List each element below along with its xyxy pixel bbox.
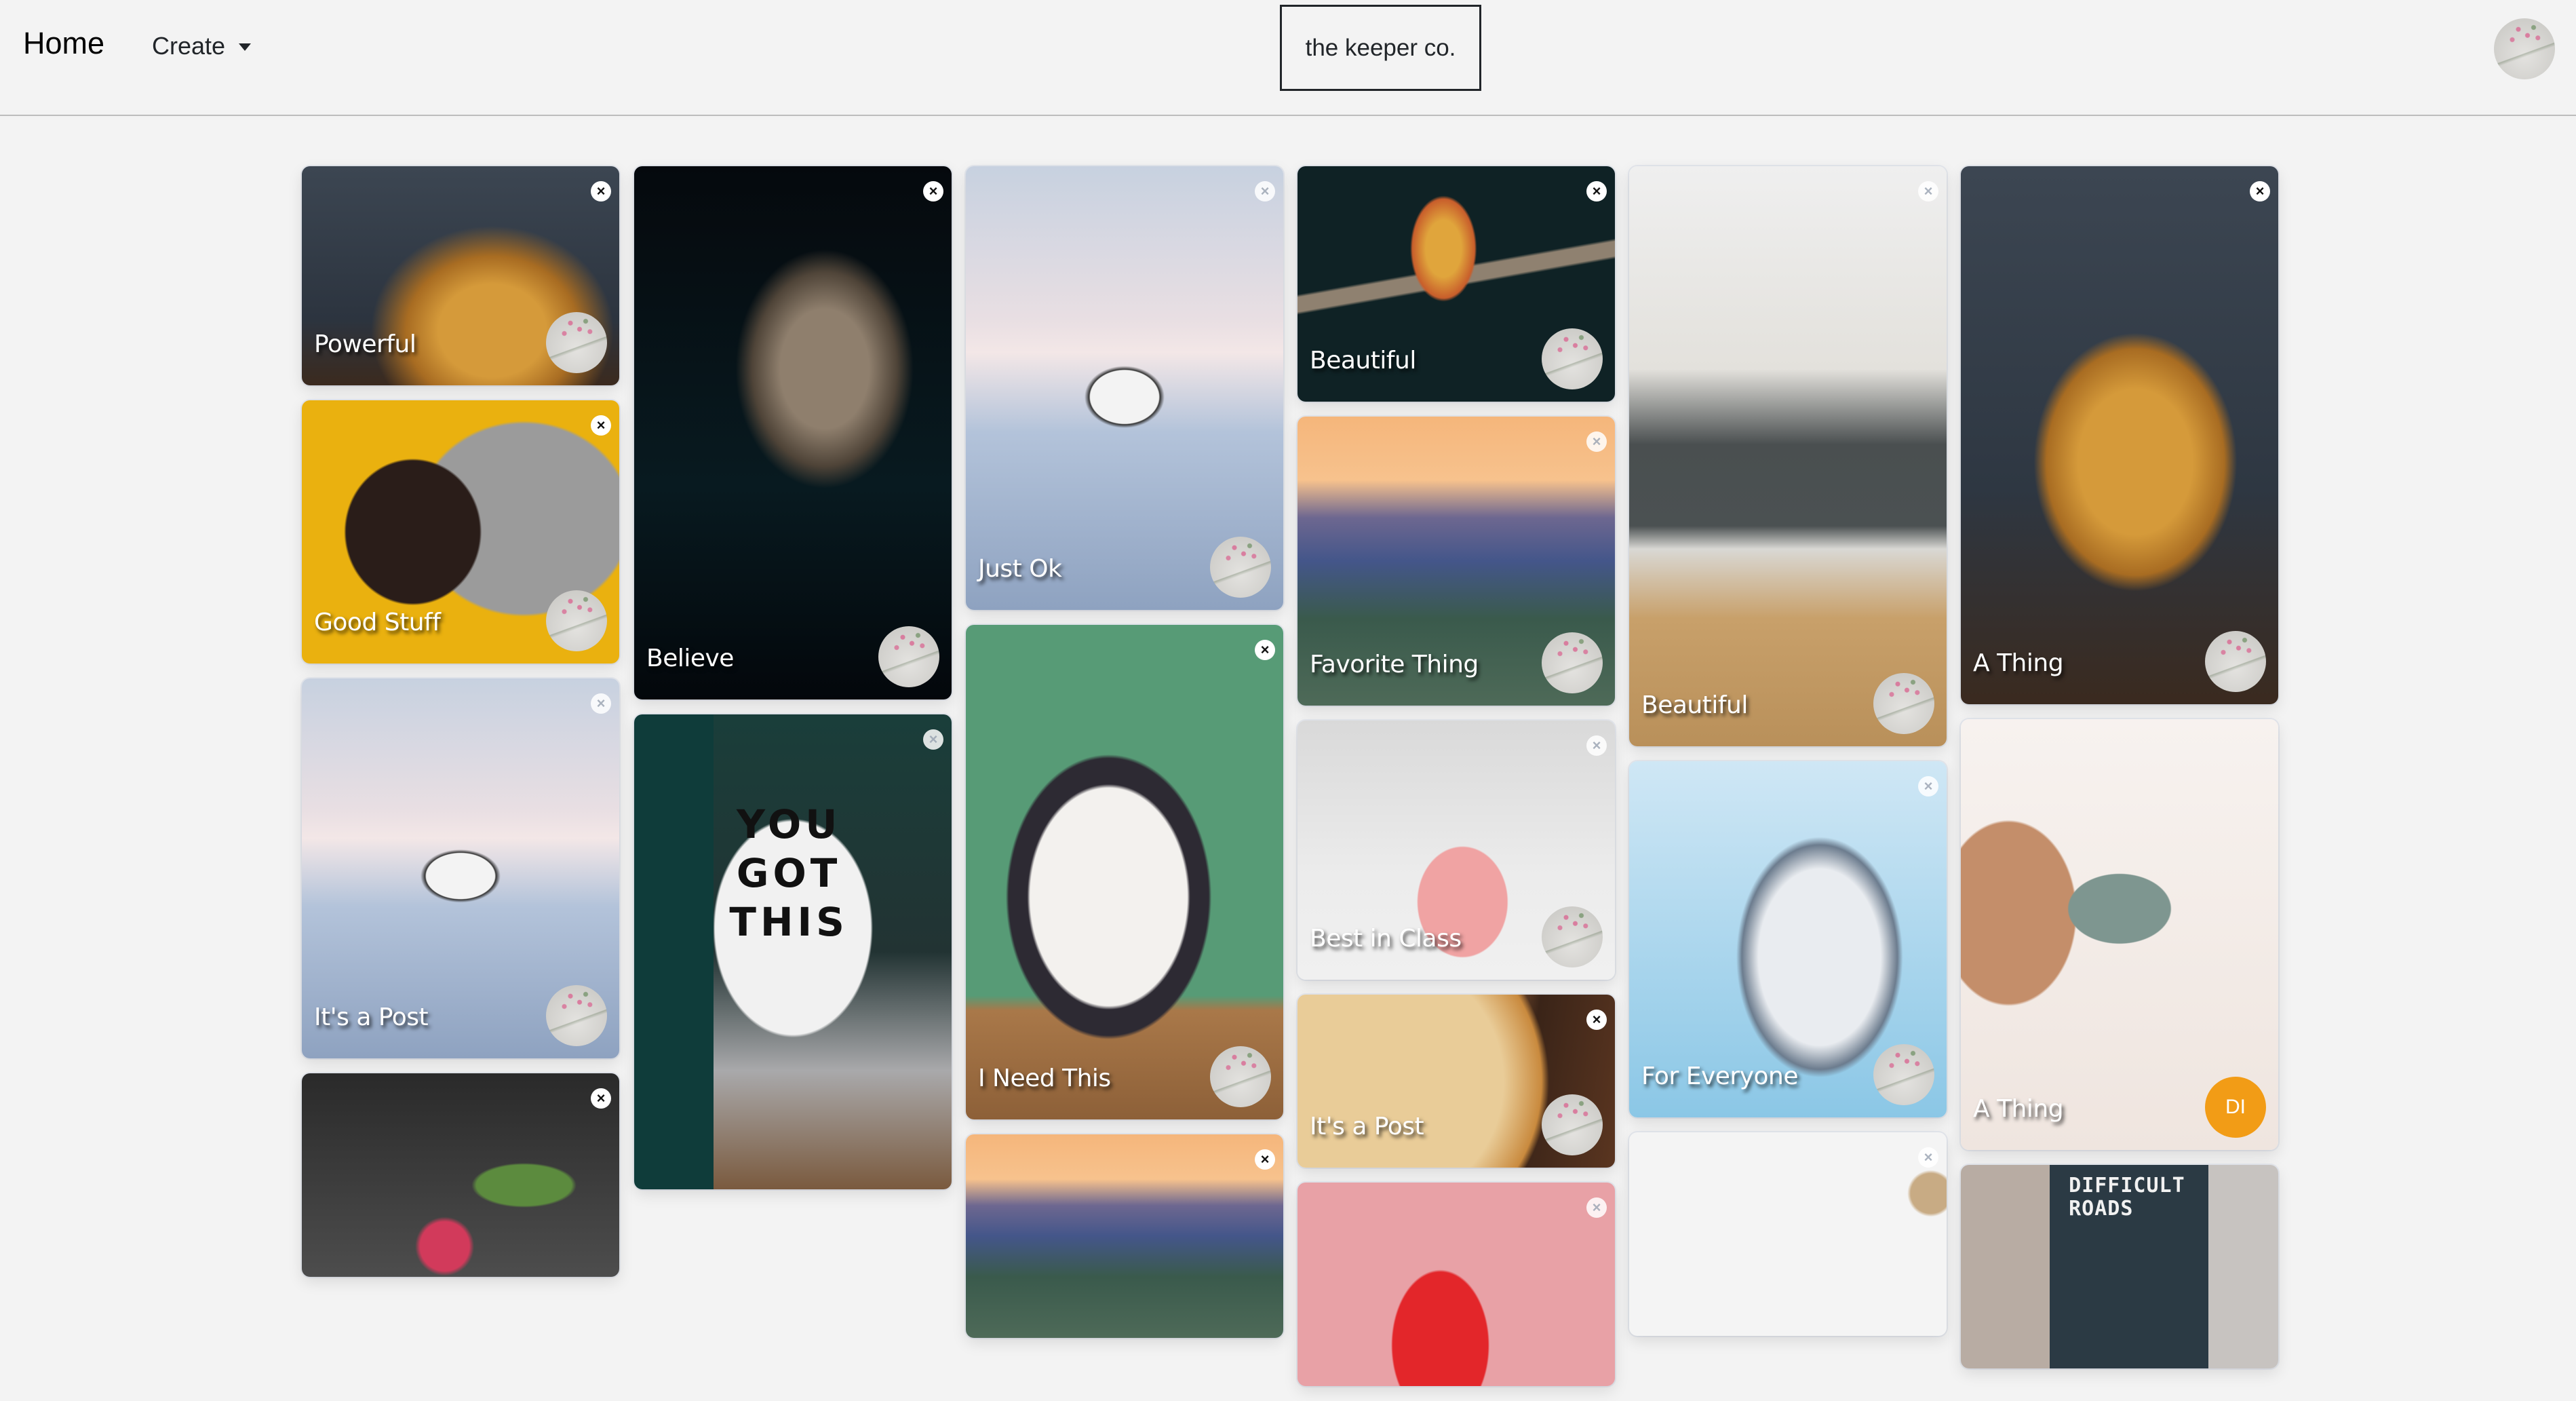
close-icon[interactable]: ×: [591, 181, 611, 201]
author-avatar[interactable]: [1542, 632, 1603, 693]
card-title: It's a Post: [314, 1003, 429, 1031]
grid-column: × Powerful × Good Stuff × It's a Post ×: [302, 166, 619, 1292]
close-icon[interactable]: ×: [1255, 1149, 1275, 1170]
close-icon[interactable]: ×: [1918, 776, 1938, 797]
author-avatar[interactable]: [1210, 537, 1271, 598]
author-avatar[interactable]: [546, 590, 607, 651]
post-card[interactable]: × I Need This: [966, 625, 1283, 1119]
post-card[interactable]: × Favorite Thing: [1297, 417, 1615, 706]
close-icon[interactable]: ×: [1586, 181, 1607, 201]
author-avatar-initials[interactable]: DI: [2205, 1077, 2266, 1138]
author-avatar[interactable]: [546, 312, 607, 373]
post-card[interactable]: × A Thing: [1961, 166, 2278, 704]
close-icon[interactable]: ×: [1255, 181, 1275, 201]
image-text-line: DIFFICULT: [2069, 1174, 2185, 1197]
post-card[interactable]: × Best in Class: [1297, 721, 1615, 980]
image-text: YOU GOT THIS: [729, 800, 848, 946]
card-title: Favorite Thing: [1310, 651, 1479, 678]
post-card[interactable]: ×: [302, 1073, 619, 1277]
author-avatar[interactable]: [1542, 906, 1603, 967]
image-text: DIFFICULT ROADS: [2069, 1174, 2185, 1221]
close-icon[interactable]: ×: [1918, 1147, 1938, 1168]
post-card[interactable]: × Just Ok: [966, 166, 1283, 610]
card-title: A Thing: [1973, 649, 2064, 677]
close-icon[interactable]: ×: [1586, 735, 1607, 756]
post-card[interactable]: ×: [1629, 1132, 1947, 1336]
close-icon[interactable]: ×: [1586, 431, 1607, 452]
post-card[interactable]: ×: [1297, 1183, 1615, 1386]
grid-column: × Beautiful × Favorite Thing × Best in Class ×…: [1297, 166, 1615, 1401]
author-avatar[interactable]: [1210, 1046, 1271, 1107]
post-card[interactable]: × It's a Post: [1297, 995, 1615, 1168]
post-card[interactable]: A Thing DI: [1961, 719, 2278, 1150]
card-title: Good Stuff: [314, 609, 441, 636]
grid-column: × Beautiful × For Everyone ×: [1629, 166, 1947, 1351]
post-card[interactable]: × Beautiful: [1629, 166, 1947, 746]
close-icon[interactable]: ×: [591, 415, 611, 436]
close-icon[interactable]: ×: [591, 693, 611, 714]
author-avatar[interactable]: [1542, 1094, 1603, 1155]
post-card[interactable]: YOU GOT THIS ×: [634, 714, 952, 1189]
close-icon[interactable]: ×: [1586, 1010, 1607, 1030]
author-avatar[interactable]: [878, 626, 939, 687]
grid-column: × Believe YOU GOT THIS ×: [634, 166, 952, 1204]
post-card[interactable]: × Powerful: [302, 166, 619, 385]
card-title: Believe: [646, 645, 734, 672]
card-title: Beautiful: [1641, 691, 1748, 719]
close-icon[interactable]: ×: [1255, 640, 1275, 660]
close-icon[interactable]: ×: [591, 1088, 611, 1109]
author-avatar[interactable]: [546, 985, 607, 1046]
card-title: Beautiful: [1310, 347, 1416, 375]
author-avatar[interactable]: [1873, 1044, 1934, 1105]
image-text-line: YOU: [736, 801, 842, 847]
post-card[interactable]: ×: [966, 1134, 1283, 1338]
author-avatar[interactable]: [2205, 631, 2266, 692]
card-title: Powerful: [314, 330, 416, 358]
post-card[interactable]: × Believe: [634, 166, 952, 699]
grid-column: × A Thing A Thing DI DIFFICULT ROADS: [1961, 166, 2278, 1383]
masonry-grid: × Powerful × Good Stuff × It's a Post × × Believ…: [0, 0, 2576, 1386]
post-card[interactable]: DIFFICULT ROADS: [1961, 1165, 2278, 1368]
card-title: A Thing: [1973, 1095, 2064, 1123]
close-icon[interactable]: ×: [1586, 1197, 1607, 1218]
card-title: Just Ok: [978, 555, 1062, 583]
image-text-line: THIS: [729, 899, 848, 945]
author-avatar[interactable]: [1873, 673, 1934, 734]
post-card[interactable]: × Good Stuff: [302, 400, 619, 664]
close-icon[interactable]: ×: [923, 181, 943, 201]
card-title: I Need This: [978, 1064, 1111, 1092]
close-icon[interactable]: ×: [923, 729, 943, 750]
card-title: It's a Post: [1310, 1113, 1424, 1140]
author-avatar[interactable]: [1542, 328, 1603, 389]
card-title: Best in Class: [1310, 925, 1462, 953]
close-icon[interactable]: ×: [2250, 181, 2270, 201]
image-text-line: ROADS: [2069, 1197, 2134, 1221]
card-title: For Everyone: [1641, 1062, 1799, 1090]
grid-column: × Just Ok × I Need This ×: [966, 166, 1283, 1353]
post-card[interactable]: × It's a Post: [302, 678, 619, 1058]
post-card[interactable]: × For Everyone: [1629, 761, 1947, 1117]
post-card[interactable]: × Beautiful: [1297, 166, 1615, 402]
image-text-line: GOT: [736, 850, 842, 896]
close-icon[interactable]: ×: [1918, 181, 1938, 201]
